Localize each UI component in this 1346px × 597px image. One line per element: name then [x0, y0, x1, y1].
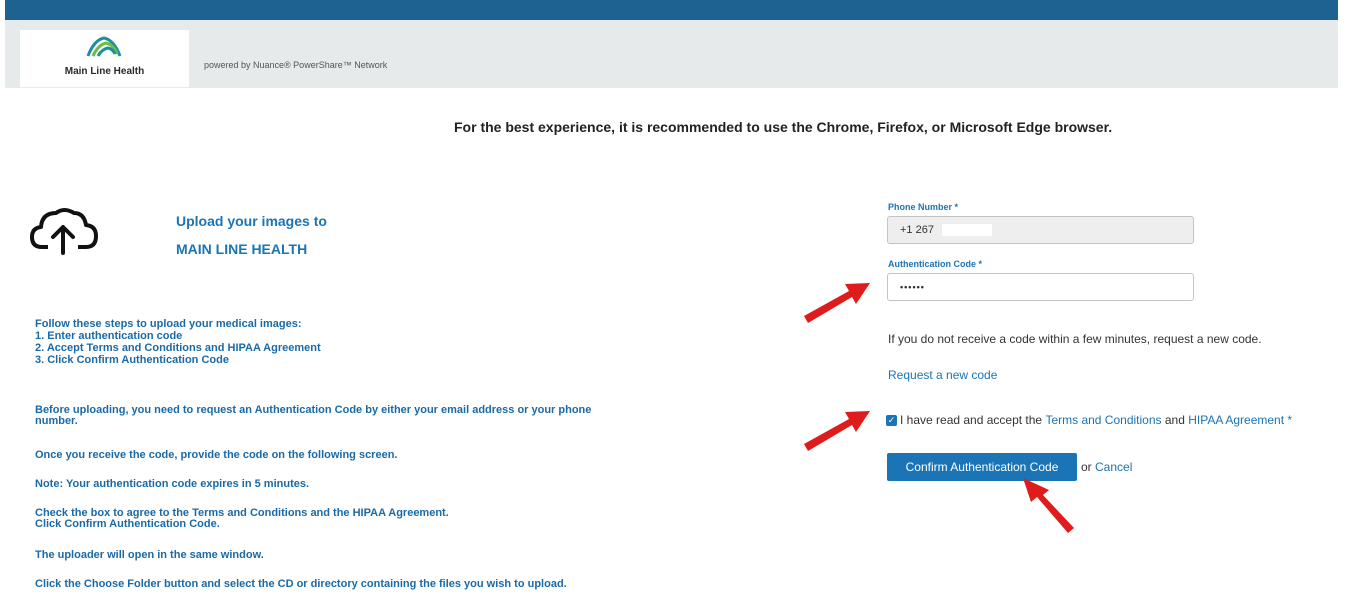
expiry-note-text: Note: Your authentication code expires i… [35, 478, 310, 490]
red-arrow-icon [804, 411, 870, 451]
request-new-code-link[interactable]: Request a new code [888, 368, 997, 382]
logo-text: Main Line Health [64, 66, 145, 77]
phone-label: Phone Number * [888, 202, 959, 212]
resend-info-text: If you do not receive a code within a fe… [888, 332, 1262, 346]
upload-title: Upload your images to MAIN LINE HEALTH [176, 207, 327, 263]
upload-title-line2: MAIN LINE HEALTH [176, 241, 308, 257]
cancel-link[interactable]: Cancel [1095, 460, 1132, 474]
before-uploading-line2: number. [35, 415, 78, 427]
phone-value: +1 267 [900, 224, 934, 236]
check-box-line2: Click Confirm Authentication Code. [35, 518, 220, 530]
logo-icon [86, 36, 122, 57]
before-uploading-text: Before uploading, you need to request an… [35, 405, 591, 427]
upload-title-line1: Upload your images to [176, 213, 327, 229]
check-box-text: Check the box to agree to the Terms and … [35, 508, 449, 530]
step-3: 3. Click Confirm Authentication Code [35, 354, 229, 366]
cloud-upload-icon [30, 208, 98, 255]
once-received-text: Once you receive the code, provide the c… [35, 449, 398, 461]
terms-and: and [1164, 413, 1185, 427]
terms-prefix: I have read and accept the [900, 413, 1043, 427]
authentication-code-input[interactable]: •••••• [887, 273, 1194, 301]
or-text: or [1081, 460, 1092, 474]
terms-row: ✓ I have read and accept the Terms and C… [886, 413, 1292, 427]
hipaa-link[interactable]: HIPAA Agreement * [1188, 413, 1292, 427]
logo[interactable]: Main Line Health [20, 30, 189, 87]
uploader-window-text: The uploader will open in the same windo… [35, 549, 264, 561]
terms-checkbox[interactable]: ✓ [886, 414, 897, 426]
red-arrow-icon [804, 283, 870, 323]
browser-recommendation: For the best experience, it is recommend… [454, 119, 1113, 135]
confirm-authentication-code-button[interactable]: Confirm Authentication Code [887, 453, 1077, 481]
step-1: 1. Enter authentication code [35, 330, 183, 342]
phone-input[interactable]: +1 267 [887, 216, 1194, 244]
powered-by-text: powered by Nuance® PowerShare™ Network [204, 60, 388, 70]
header: Main Line Health powered by Nuance® Powe… [5, 20, 1338, 88]
steps-list: Follow these steps to upload your medica… [35, 318, 321, 366]
step-2: 2. Accept Terms and Conditions and HIPAA… [35, 342, 321, 354]
before-uploading-line1: Before uploading, you need to request an… [35, 404, 592, 416]
code-label: Authentication Code * [888, 259, 982, 269]
top-bar [5, 0, 1338, 20]
redaction-mask [942, 224, 992, 236]
or-cancel: or Cancel [1081, 460, 1132, 474]
steps-intro: Follow these steps to upload your medica… [35, 318, 302, 330]
terms-link[interactable]: Terms and Conditions [1045, 413, 1161, 427]
choose-folder-text: Click the Choose Folder button and selec… [35, 578, 567, 590]
red-arrow-icon [1023, 478, 1074, 533]
code-value: •••••• [900, 282, 925, 292]
